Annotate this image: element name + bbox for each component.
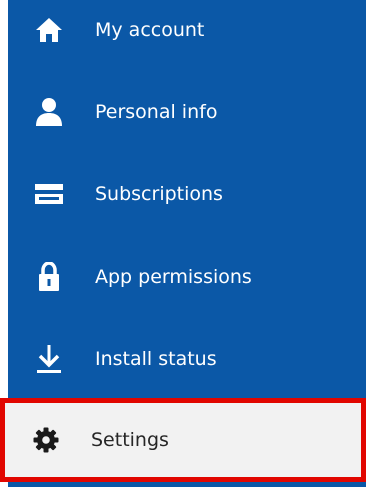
nav-item-label: Subscriptions <box>95 183 223 205</box>
nav-item-label: Install status <box>95 348 217 370</box>
download-icon <box>33 343 65 375</box>
nav-item-settings[interactable]: Settings <box>0 398 366 482</box>
nav-item-label: Settings <box>91 429 169 451</box>
nav-item-personal-info[interactable]: Personal info <box>8 71 366 153</box>
nav-item-app-permissions[interactable]: App permissions <box>8 236 366 318</box>
screenshot-frame: My account Personal info Subscriptions A… <box>0 0 366 491</box>
card-icon <box>33 178 65 210</box>
nav-item-subscriptions[interactable]: Subscriptions <box>8 153 366 235</box>
person-icon <box>33 96 65 128</box>
nav-item-label: My account <box>95 19 205 41</box>
nav-item-install-status[interactable]: Install status <box>8 318 366 400</box>
nav-item-label: App permissions <box>95 266 252 288</box>
nav-item-label: Personal info <box>95 101 218 123</box>
lock-icon <box>33 261 65 293</box>
gear-icon <box>31 425 61 455</box>
nav-item-my-account[interactable]: My account <box>8 0 366 71</box>
home-icon <box>33 14 65 46</box>
